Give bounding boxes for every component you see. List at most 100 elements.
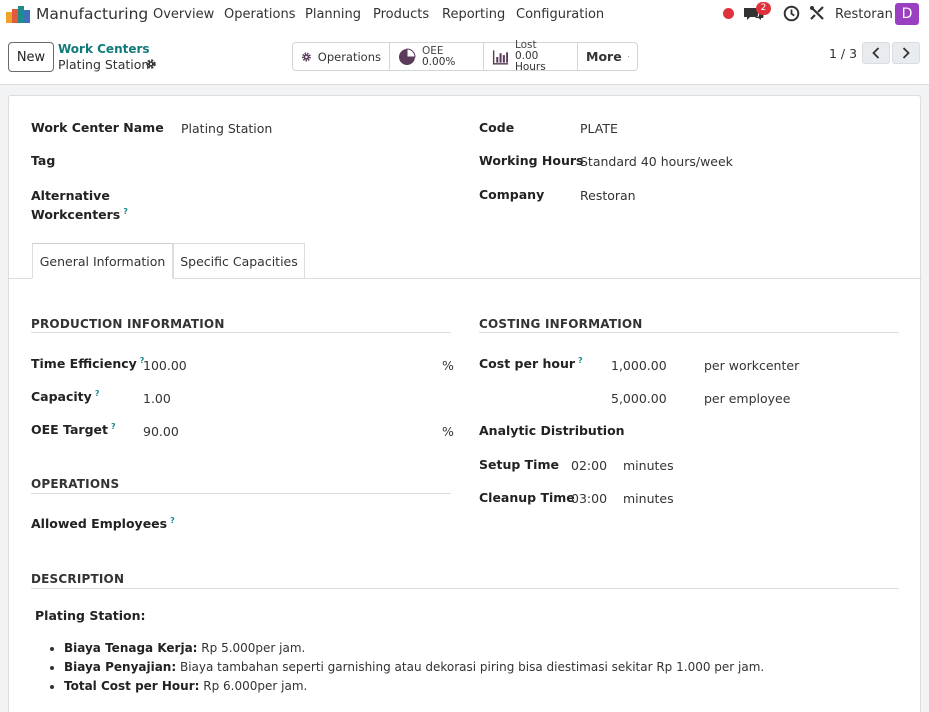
capacity-field[interactable]: 1.00: [143, 391, 171, 406]
cost-per-hour-text: Cost per hour: [479, 356, 576, 372]
operations-smart-button[interactable]: Operations: [293, 43, 390, 70]
allowed-employees-label: Allowed Employees?: [31, 516, 175, 531]
description-section-title: DESCRIPTION: [31, 572, 125, 586]
oee-smart-button[interactable]: OEE 0.00%: [390, 43, 484, 70]
control-panel: New Work Centers Plating Station Operati…: [0, 30, 929, 85]
record-name: Plating Station: [58, 57, 150, 72]
working-hours-field[interactable]: Standard 40 hours/week: [580, 154, 733, 169]
help-tooltip-icon[interactable]: ?: [123, 207, 128, 216]
alternative-label-line1: Alternative: [31, 188, 110, 203]
record-actions-gear-icon[interactable]: [145, 58, 157, 70]
oee-label: OEE: [422, 44, 444, 57]
cleanup-time-field[interactable]: 03:00: [571, 491, 607, 506]
analytic-distribution-field[interactable]: [649, 423, 899, 441]
lost-value: 0.00 Hours: [514, 50, 546, 73]
form-sheet: Work Center Name Plating Station Tag Alt…: [8, 95, 922, 712]
tag-label: Tag: [31, 153, 56, 168]
more-label: More: [586, 49, 622, 64]
help-tooltip-icon[interactable]: ?: [578, 356, 583, 365]
user-avatar[interactable]: D: [895, 3, 919, 25]
setup-time-label: Setup Time: [479, 457, 559, 472]
alternative-workcenters-label: Workcenters?: [31, 207, 128, 222]
work-center-name-field[interactable]: Plating Station: [181, 121, 272, 136]
operations-section-title: OPERATIONS: [31, 477, 120, 491]
caret-down-icon: [627, 56, 629, 57]
menu-operations[interactable]: Operations: [224, 7, 295, 22]
oee-target-text: OEE Target: [31, 422, 108, 438]
time-efficiency-field[interactable]: 100.00: [143, 358, 187, 373]
per-employee-unit: per employee: [704, 391, 791, 406]
percent-unit: %: [442, 358, 454, 373]
gear-icon: [301, 52, 311, 61]
work-center-name-label: Work Center Name: [31, 120, 164, 135]
menu-overview[interactable]: Overview: [153, 7, 214, 22]
top-navbar: Manufacturing Overview Operations Planni…: [0, 0, 929, 30]
menu-configuration[interactable]: Configuration: [516, 7, 604, 22]
operations-label: Operations: [317, 49, 381, 64]
description-heading[interactable]: Plating Station:: [35, 608, 146, 623]
time-efficiency-label: Time Efficiency?: [31, 356, 144, 371]
tab-specific-capacities[interactable]: Specific Capacities: [173, 243, 305, 279]
code-field[interactable]: PLATE: [580, 121, 618, 136]
recording-indicator-icon[interactable]: [723, 8, 734, 19]
chat-count-badge: 2: [756, 2, 771, 15]
section-divider: [31, 332, 451, 333]
company-switcher[interactable]: Restoran: [835, 7, 893, 22]
tag-field[interactable]: [181, 153, 441, 171]
list-item-text: Rp 5.000per jam.: [197, 641, 306, 655]
cost-per-hour-label: Cost per hour?: [479, 356, 583, 371]
cleanup-minutes-unit: minutes: [623, 491, 674, 506]
manufacturing-app-icon[interactable]: [6, 6, 30, 23]
pie-chart-icon: [399, 47, 416, 65]
alternative-workcenters-field[interactable]: [181, 196, 441, 214]
chevron-right-icon: [902, 47, 910, 59]
cleanup-time-label: Cleanup Time: [479, 490, 575, 505]
capacity-text: Capacity: [31, 389, 92, 405]
list-item: Total Cost per Hour: Rp 6.000per jam.: [64, 679, 764, 693]
allowed-employees-field[interactable]: [169, 516, 449, 534]
pager-next-button[interactable]: [892, 42, 920, 64]
code-label: Code: [479, 120, 515, 135]
menu-products[interactable]: Products: [373, 7, 429, 22]
activity-clock-icon[interactable]: [783, 5, 800, 22]
app-title[interactable]: Manufacturing: [36, 5, 148, 23]
section-divider: [31, 588, 899, 589]
setup-minutes-unit: minutes: [623, 458, 674, 473]
oee-value: 0.00%: [422, 55, 456, 68]
smart-buttons: Operations OEE 0.00% Lost 0.00 Hours Mor…: [292, 40, 638, 73]
new-button[interactable]: New: [8, 42, 54, 72]
more-dropdown-button[interactable]: More: [578, 43, 637, 70]
chevron-left-icon: [872, 47, 880, 59]
description-list[interactable]: Biaya Tenaga Kerja: Rp 5.000per jam. Bia…: [64, 641, 764, 698]
help-tooltip-icon[interactable]: ?: [95, 389, 100, 398]
list-item: Biaya Tenaga Kerja: Rp 5.000per jam.: [64, 641, 764, 655]
pager-previous-button[interactable]: [862, 42, 890, 64]
lost-smart-button[interactable]: Lost 0.00 Hours: [484, 40, 578, 73]
cost-per-employee-field[interactable]: 5,000.00: [611, 391, 667, 406]
per-workcenter-unit: per workcenter: [704, 358, 800, 373]
costing-information-title: COSTING INFORMATION: [479, 317, 643, 331]
help-tooltip-icon[interactable]: ?: [111, 422, 116, 431]
setup-time-field[interactable]: 02:00: [571, 458, 607, 473]
tab-general-information[interactable]: General Information: [32, 243, 173, 279]
pager-value[interactable]: 1 / 3: [829, 46, 857, 61]
allowed-employees-text: Allowed Employees: [31, 516, 168, 532]
oee-target-field[interactable]: 90.00: [143, 424, 179, 439]
menu-planning[interactable]: Planning: [305, 7, 361, 22]
list-item-label: Biaya Tenaga Kerja:: [64, 641, 198, 655]
list-item-text: Biaya tambahan seperti garnishing atau d…: [176, 660, 765, 674]
menu-reporting[interactable]: Reporting: [442, 7, 505, 22]
percent-unit: %: [442, 424, 454, 439]
working-hours-label: Working Hours: [479, 153, 584, 168]
company-field[interactable]: Restoran: [580, 188, 636, 203]
section-divider: [479, 332, 899, 333]
list-item-label: Biaya Penyajian:: [64, 660, 177, 674]
list-item-label: Total Cost per Hour:: [64, 679, 200, 693]
breadcrumb-work-centers[interactable]: Work Centers: [58, 42, 150, 56]
production-information-title: PRODUCTION INFORMATION: [31, 317, 225, 331]
section-divider: [31, 493, 451, 494]
cost-per-workcenter-field[interactable]: 1,000.00: [611, 358, 667, 373]
alternative-label-line2: Workcenters: [31, 207, 121, 223]
debug-tools-icon[interactable]: [809, 5, 825, 21]
time-efficiency-text: Time Efficiency: [31, 356, 137, 372]
